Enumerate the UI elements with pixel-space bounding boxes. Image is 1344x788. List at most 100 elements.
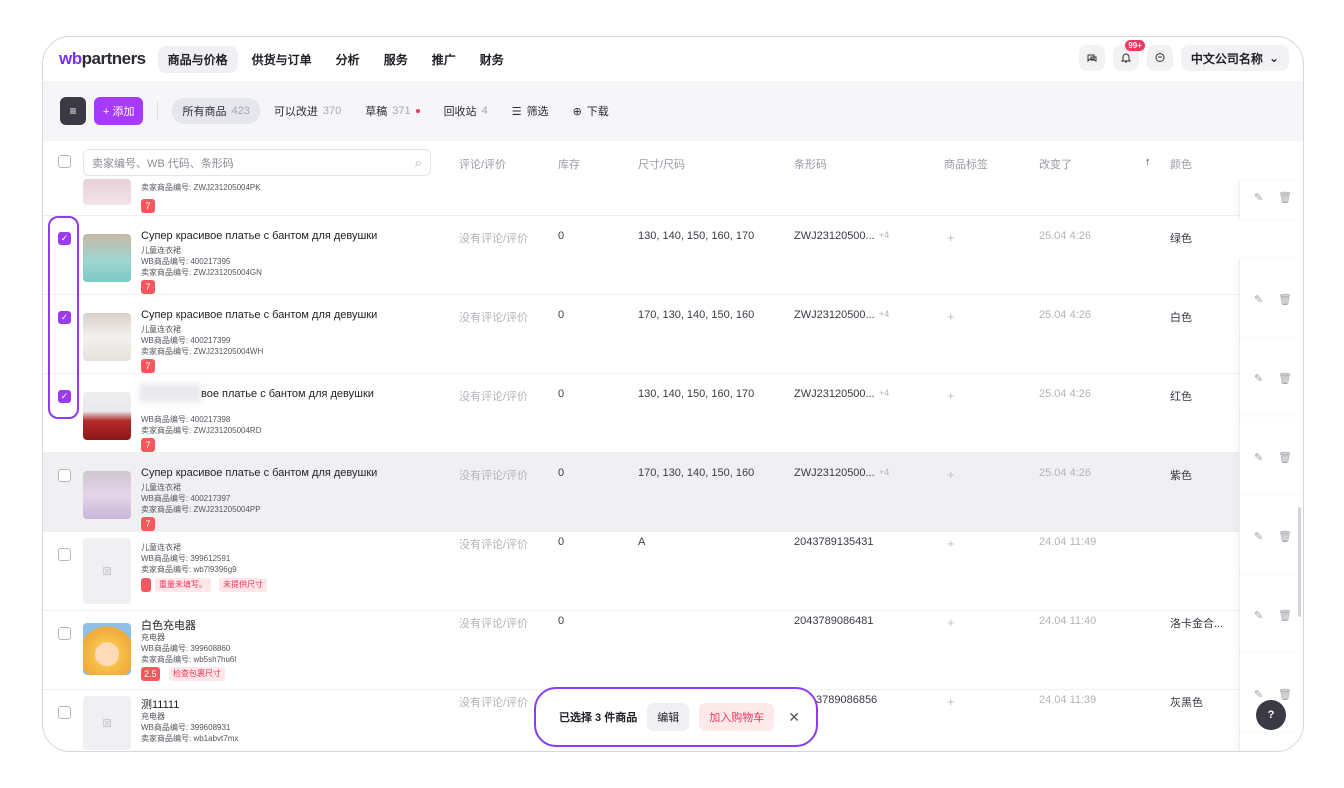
filter-tab-drafts[interactable]: 草稿 371	[355, 98, 429, 124]
trash-icon[interactable]: 🗑	[1278, 293, 1292, 306]
nav-tab-services[interactable]: 服务	[374, 46, 418, 73]
table-row[interactable]: 白色充电器 充电器 WB商品编号: 399608860 卖家商品编号: wb5s…	[43, 611, 1239, 690]
add-to-cart-button[interactable]: 加入购物车	[699, 703, 775, 731]
row-checkbox[interactable]	[58, 548, 71, 561]
table-row[interactable]: 卖家商品编号: ZWJ231205004PK 7	[43, 179, 1239, 216]
add-label-button[interactable]: +	[947, 467, 955, 482]
company-selector[interactable]: 中文公司名称 ⌄	[1180, 45, 1289, 71]
trash-icon[interactable]: 🗑	[1278, 688, 1292, 701]
header-barcode[interactable]: 条形码	[794, 156, 827, 172]
header-labels[interactable]: 商品标签	[944, 156, 988, 172]
table-row[interactable]: ⊠ 儿童连衣裙 WB商品编号: 399612591 卖家商品编号: wb7l93…	[43, 532, 1239, 611]
row-actions: ✎ 🗑	[1239, 496, 1303, 575]
header-changed[interactable]: 改变了	[1039, 156, 1072, 172]
filter-tab-improvable[interactable]: 可以改进 370	[264, 98, 351, 124]
edit-icon[interactable]: ✎	[1254, 530, 1263, 543]
search-input[interactable]: 卖家编号、WB 代码、条形码 ⌕	[83, 149, 431, 176]
header-reviews[interactable]: 评论/评价	[459, 156, 506, 172]
products-toolbar: ≡ + 添加 所有商品 423 可以改进 370 草稿 371 回收站 4 ☰ 筛选 ⊕ 下…	[43, 81, 1303, 141]
menu-icon: ≡	[69, 104, 77, 118]
nav-tab-orders[interactable]: 供货与订单	[242, 46, 322, 73]
row-checkbox[interactable]	[58, 469, 71, 482]
warning-badge: 未提供尺寸	[219, 578, 267, 592]
rating-tag: 2.5	[141, 667, 160, 681]
header-stock[interactable]: 库存	[558, 156, 580, 172]
rating-tag: 7	[141, 359, 155, 373]
filter-button[interactable]: ☰ 筛选	[502, 98, 559, 124]
add-label-button[interactable]: +	[947, 694, 955, 709]
trash-icon[interactable]: 🗑	[1278, 609, 1292, 622]
product-image	[83, 392, 131, 440]
close-icon[interactable]: ✕	[788, 709, 800, 726]
logo[interactable]: wbpartners	[59, 49, 146, 69]
add-label-button[interactable]: +	[947, 388, 955, 403]
select-all-checkbox[interactable]	[58, 155, 71, 168]
product-name[interactable]: Супер красивое платье с бантом для девуш…	[141, 467, 377, 479]
trash-icon[interactable]: 🗑	[1278, 530, 1292, 543]
status-tag	[141, 578, 151, 592]
product-name[interactable]: 白色充电器	[141, 617, 196, 633]
row-actions: ✎ 🗑	[1239, 338, 1303, 417]
product-name[interactable]: 测11111	[141, 696, 179, 712]
header-sizes[interactable]: 尺寸/尺码	[638, 156, 685, 172]
chevron-down-icon: ⌄	[1268, 51, 1279, 65]
scrollbar[interactable]	[1298, 507, 1301, 617]
nav-tab-analytics[interactable]: 分析	[326, 46, 370, 73]
edit-icon[interactable]: ✎	[1254, 191, 1263, 204]
edit-icon[interactable]: ✎	[1254, 688, 1263, 701]
trash-icon[interactable]: 🗑	[1278, 451, 1292, 464]
filter-tab-trash[interactable]: 回收站 4	[434, 98, 498, 124]
chat-icon[interactable]	[1078, 45, 1105, 71]
edit-icon[interactable]: ✎	[1254, 372, 1263, 385]
nav-tab-products[interactable]: 商品与价格	[157, 45, 238, 73]
product-image	[83, 623, 131, 675]
bell-icon[interactable]: 99+	[1112, 40, 1145, 71]
draft-dot	[415, 109, 420, 113]
bulk-action-bar: 已选择 3 件商品 编辑 加入购物车 ✕	[534, 687, 818, 747]
edit-icon[interactable]: ✎	[1254, 609, 1263, 622]
selection-highlight	[48, 216, 79, 419]
add-label-button[interactable]: +	[947, 536, 955, 551]
table-row[interactable]: Супер красивое платье с бантом для девуш…	[43, 453, 1239, 532]
bulk-edit-button[interactable]: 编辑	[647, 703, 690, 731]
header-color[interactable]: 颜色	[1170, 156, 1192, 172]
table-row[interactable]: ✓ Супер красивое платье с бантом для дев…	[43, 295, 1239, 374]
add-label-button[interactable]: +	[947, 309, 955, 324]
menu-button[interactable]: ≡	[60, 97, 86, 125]
table-row[interactable]: ✓ Супер красивое платье с бантом для дев…	[43, 216, 1239, 295]
product-image	[83, 234, 131, 282]
product-name[interactable]: Супер красивое платье с бантом для девуш…	[141, 309, 377, 321]
product-name[interactable]: вое платье с бантом для девушки	[201, 388, 374, 400]
table-header: 卖家编号、WB 代码、条形码 ⌕ 评论/评价 库存 尺寸/尺码 条形码 商品标签…	[43, 141, 1239, 183]
row-actions: ✎ 🗑	[1239, 417, 1303, 496]
nav-tab-promotion[interactable]: 推广	[422, 46, 466, 73]
add-label-button[interactable]: +	[947, 230, 955, 245]
product-image	[83, 313, 131, 361]
nav-tab-finance[interactable]: 财务	[470, 46, 514, 73]
edit-icon[interactable]: ✎	[1254, 451, 1263, 464]
product-name[interactable]: Супер красивое платье с бантом для девуш…	[141, 230, 377, 242]
add-label-button[interactable]: +	[947, 615, 955, 630]
filter-tab-all[interactable]: 所有商品 423	[172, 98, 260, 124]
download-icon: ⊕	[572, 105, 582, 118]
edit-icon[interactable]: ✎	[1254, 293, 1263, 306]
row-checkbox[interactable]	[58, 706, 71, 719]
trash-icon[interactable]: 🗑	[1278, 191, 1292, 204]
image-placeholder-icon: ⊠	[83, 696, 131, 750]
divider	[157, 102, 159, 120]
selected-count: 已选择 3 件商品	[559, 712, 638, 724]
download-button[interactable]: ⊕ 下载	[563, 98, 619, 124]
add-button[interactable]: + 添加	[94, 97, 144, 125]
table-row[interactable]: ✓ вое платье с бантом для девушки WB商品编号…	[43, 374, 1239, 453]
rating-tag: 7	[141, 438, 155, 452]
help-button[interactable]: ?	[1256, 700, 1286, 730]
row-checkbox[interactable]	[58, 627, 71, 640]
row-actions	[1239, 733, 1303, 751]
trash-icon[interactable]: 🗑	[1278, 372, 1292, 385]
company-name: 中文公司名称	[1190, 51, 1263, 66]
support-icon[interactable]	[1146, 45, 1173, 71]
sort-arrow-icon[interactable]: ↑	[1145, 156, 1151, 168]
filter-icon: ☰	[511, 105, 522, 118]
rating-tag: 7	[141, 517, 155, 531]
rating-tag: 7	[141, 280, 155, 294]
